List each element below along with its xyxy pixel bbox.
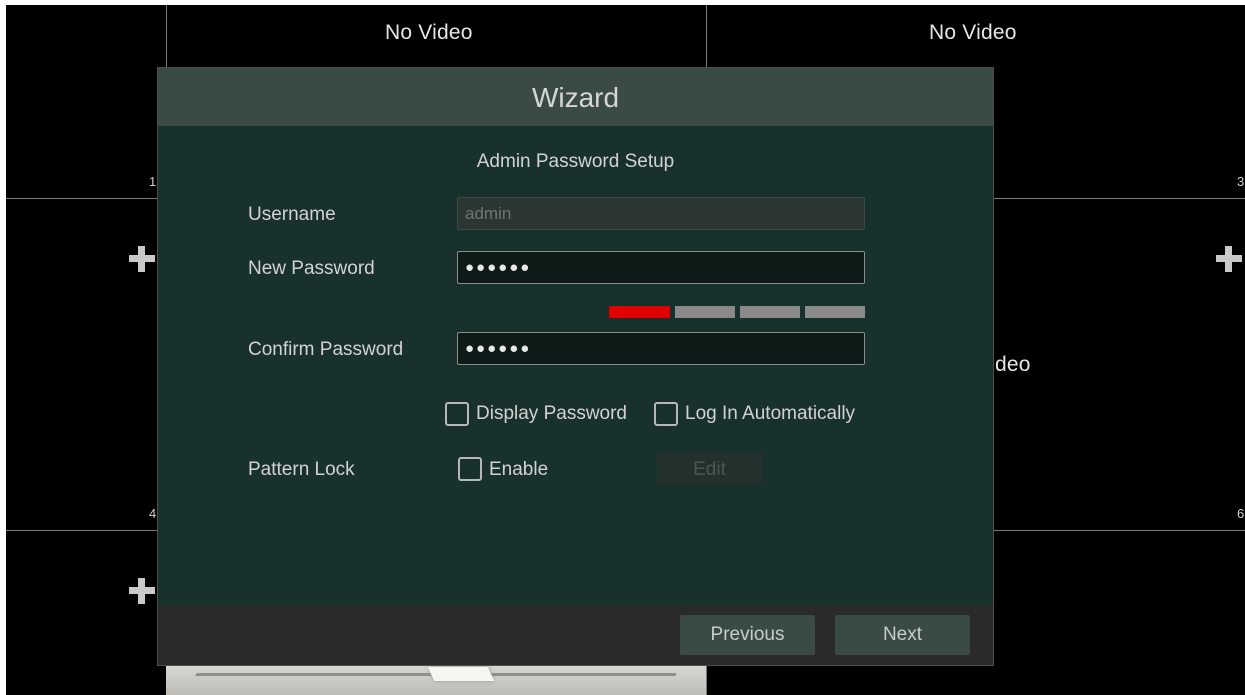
confirm-password-label: Confirm Password (248, 339, 404, 360)
add-camera-icon[interactable] (129, 578, 155, 604)
username-field: admin (457, 197, 865, 230)
new-password-label: New Password (248, 258, 375, 279)
next-button[interactable]: Next (835, 615, 970, 655)
password-strength-segment (805, 306, 865, 318)
pattern-lock-label: Pattern Lock (248, 459, 355, 480)
new-password-field[interactable]: ●●●●●● (457, 251, 865, 284)
password-strength-segment (609, 306, 670, 318)
pattern-lock-enable-checkbox[interactable] (458, 457, 482, 481)
channel-number: 3 (1237, 174, 1245, 189)
pattern-lock-edit-button: Edit (657, 453, 762, 486)
dialog-footer: Previous Next (158, 605, 993, 665)
no-video-label: No Video (385, 21, 473, 44)
section-title: Admin Password Setup (476, 151, 675, 172)
username-label: Username (248, 204, 336, 225)
log-in-automatically-label[interactable]: Log In Automatically (685, 403, 855, 425)
no-video-label: No Video (929, 21, 1017, 44)
channel-number: 4 (149, 506, 157, 521)
channel-number: 6 (1237, 506, 1245, 521)
log-in-automatically-checkbox[interactable] (654, 402, 678, 426)
display-password-label[interactable]: Display Password (476, 403, 627, 425)
add-camera-icon[interactable] (1216, 246, 1242, 272)
wizard-dialog: Wizard Admin Password Setup Username adm… (157, 67, 994, 666)
password-strength-segment (675, 306, 735, 318)
channel-number: 1 (149, 174, 157, 189)
no-video-label-partial: deo (995, 353, 1031, 376)
add-camera-icon[interactable] (129, 246, 155, 272)
camera-feed-image (166, 665, 706, 695)
password-strength-segment (740, 306, 800, 318)
display-password-checkbox[interactable] (445, 402, 469, 426)
pattern-lock-enable-label[interactable]: Enable (489, 459, 548, 481)
previous-button[interactable]: Previous (680, 615, 815, 655)
dialog-header: Wizard (158, 68, 993, 126)
confirm-password-field[interactable]: ●●●●●● (457, 332, 865, 365)
dialog-title: Wizard (531, 82, 620, 113)
